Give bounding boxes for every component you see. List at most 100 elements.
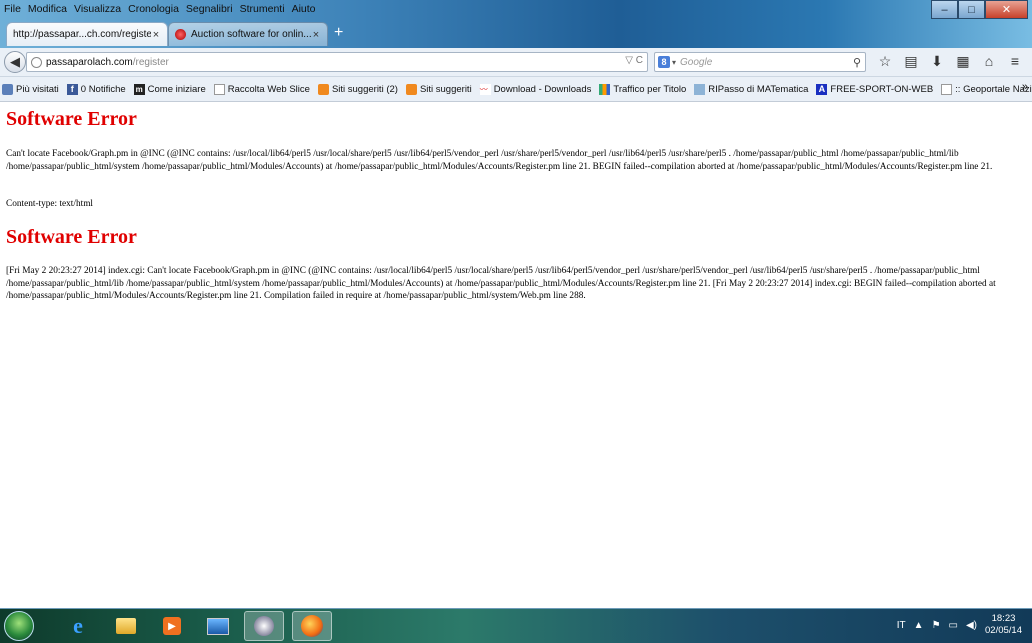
action-center-icon[interactable]: ⚑ — [932, 620, 941, 631]
url-host: passaparolach.com — [46, 56, 133, 68]
bookmark-ripasso[interactable]: RIPasso di MATematica — [692, 83, 809, 95]
windows-taskbar: e ▶ IT ▲ ⚑ ▭ ◀) 18:23 02/05/14 — [0, 608, 1032, 643]
menu-visualizza[interactable]: Visualizza — [70, 3, 124, 15]
tab-label: http://passapar...ch.com/register — [13, 29, 151, 40]
bookmark-label: Download - Downloads — [493, 83, 592, 95]
bookmarks-overflow-chevron-icon[interactable]: » — [1022, 81, 1028, 93]
taskbar-media-player[interactable]: ▶ — [152, 611, 192, 641]
error-message-2: [Fri May 2 20:23:27 2014] index.cgi: Can… — [6, 266, 996, 301]
folder-icon — [116, 618, 136, 634]
menu-bar: File Modifica Visualizza Cronologia Segn… — [0, 0, 319, 18]
facebook-icon: f — [66, 83, 78, 95]
system-tray: IT ▲ ⚑ ▭ ◀) 18:23 02/05/14 — [897, 613, 1022, 637]
error-title-1: Software Error — [6, 108, 137, 130]
bookmark-label: Più visitati — [16, 83, 59, 95]
tab-strip: http://passapar...ch.com/register × Auct… — [0, 22, 1032, 48]
home-icon[interactable]: ⌂ — [976, 53, 1002, 70]
bookmarks-list-icon[interactable]: ▤ — [898, 53, 924, 70]
bookmark-siti-suggeriti-2[interactable]: Siti suggeriti (2) — [316, 83, 398, 95]
media-player-icon: ▶ — [163, 617, 181, 635]
page-content: Software Error Can't locate Facebook/Gra… — [0, 102, 1032, 608]
search-engine-icon[interactable]: 8 — [658, 56, 670, 68]
back-button[interactable]: ◀ — [4, 51, 26, 73]
bookmark-piu-visitati[interactable]: Più visitati — [0, 83, 59, 95]
menu-cronologia[interactable]: Cronologia — [124, 3, 182, 15]
blank-page-icon — [941, 83, 953, 95]
taskbar-file-explorer[interactable] — [106, 611, 146, 641]
taskbar-network-app[interactable] — [244, 611, 284, 641]
navigation-toolbar: ◀ passaparolach.com /register ▽ C 8 ▾ Go… — [0, 48, 1032, 77]
wave-icon: 〰 — [479, 83, 491, 95]
menu-file[interactable]: File — [0, 3, 24, 15]
blank-page-icon — [213, 83, 225, 95]
network-icon[interactable]: ▭ — [949, 620, 958, 631]
close-tab-icon[interactable]: × — [311, 29, 321, 41]
bookmark-label: Traffico per Titolo — [613, 83, 687, 95]
menu-segnalibri[interactable]: Segnalibri — [182, 3, 236, 15]
error-message-1: Can't locate Facebook/Graph.pm in @INC (… — [6, 149, 993, 172]
bookmark-raccolta-web-slice[interactable]: Raccolta Web Slice — [212, 83, 310, 95]
menu-hamburger-icon[interactable]: ≡ — [1002, 53, 1028, 70]
taskbar-firefox[interactable] — [292, 611, 332, 641]
mozilla-icon: m — [133, 83, 145, 95]
volume-icon[interactable]: ◀) — [966, 620, 977, 631]
bookmark-label: :: Geoportale Nazional... — [955, 83, 1032, 95]
bookmarks-toolbar: Più visitati f0 Notifiche m Come iniziare… — [0, 77, 1032, 102]
clock[interactable]: 18:23 02/05/14 — [985, 613, 1022, 637]
bookmark-label: Raccolta Web Slice — [227, 83, 310, 95]
bookmark-star-icon[interactable]: ☆ — [872, 53, 898, 70]
bookmark-label: RIPasso di MATematica — [708, 83, 809, 95]
maximize-button[interactable]: □ — [958, 0, 985, 19]
bookmark-siti-suggeriti[interactable]: Siti suggeriti — [404, 83, 472, 95]
error-title-2: Software Error — [6, 226, 137, 248]
bookmark-notifiche[interactable]: f0 Notifiche — [65, 83, 126, 95]
bars-chart-icon — [599, 83, 611, 95]
new-tab-button[interactable]: + — [334, 24, 343, 42]
bookmark-free-sport[interactable]: A FREE-SPORT-ON-WEB — [814, 83, 934, 95]
close-window-button[interactable]: ✕ — [985, 0, 1028, 19]
start-button[interactable] — [4, 611, 34, 641]
bookmark-label: FREE-SPORT-ON-WEB — [830, 83, 934, 95]
site-favicon-icon — [175, 29, 186, 40]
window-controls: – □ ✕ — [931, 0, 1028, 19]
language-indicator[interactable]: IT — [897, 620, 906, 631]
menu-strumenti[interactable]: Strumenti — [236, 3, 288, 15]
menu-aiuto[interactable]: Aiuto — [288, 3, 319, 15]
globe-icon — [31, 56, 42, 68]
search-bar[interactable]: 8 ▾ Google ⚲ — [654, 52, 866, 72]
bookmark-traffico[interactable]: Traffico per Titolo — [597, 83, 687, 95]
toolbar-icons: ☆ ▤ ⬇ ▦ ⌂ ≡ — [872, 53, 1028, 70]
addon-icon[interactable]: ▦ — [950, 53, 976, 70]
tab-label: Auction software for onlin... — [191, 29, 311, 40]
url-path: /register — [132, 56, 169, 68]
search-icon[interactable]: ⚲ — [853, 56, 861, 69]
bookmark-come-iniziare[interactable]: m Come iniziare — [132, 83, 206, 95]
taskbar-desktop-app[interactable] — [198, 611, 238, 641]
tab-auction-software[interactable]: Auction software for onlin... × — [168, 22, 328, 46]
firefox-icon — [301, 615, 323, 637]
bookmark-label: 0 Notifiche — [80, 83, 126, 95]
monitor-icon — [207, 617, 229, 635]
menu-modifica[interactable]: Modifica — [24, 3, 70, 15]
close-tab-icon[interactable]: × — [151, 29, 161, 41]
bookmark-label: Come iniziare — [147, 83, 206, 95]
url-dropdown-reload-icons[interactable]: ▽ C — [625, 55, 643, 66]
downloads-icon[interactable]: ⬇ — [924, 53, 950, 70]
search-engine-dropdown-icon[interactable]: ▾ — [672, 58, 676, 67]
bookmark-geoportale[interactable]: :: Geoportale Nazional... — [939, 83, 1032, 95]
clock-time: 18:23 — [991, 613, 1016, 624]
internet-explorer-icon: e — [73, 613, 83, 638]
firefox-folder-icon — [2, 83, 13, 95]
suggested-sites-icon — [317, 83, 329, 95]
search-input[interactable]: Google — [680, 57, 853, 68]
back-arrow-icon: ◀ — [10, 54, 20, 69]
image-icon — [694, 83, 706, 95]
address-bar[interactable]: passaparolach.com /register ▽ C — [26, 52, 648, 72]
minimize-button[interactable]: – — [931, 0, 958, 19]
tab-register[interactable]: http://passapar...ch.com/register × — [6, 22, 168, 46]
globe-app-icon — [254, 616, 274, 636]
tray-expand-icon[interactable]: ▲ — [914, 620, 924, 631]
bookmark-download[interactable]: 〰 Download - Downloads — [478, 83, 592, 95]
taskbar-internet-explorer[interactable]: e — [58, 611, 98, 641]
clock-date: 02/05/14 — [985, 625, 1022, 636]
